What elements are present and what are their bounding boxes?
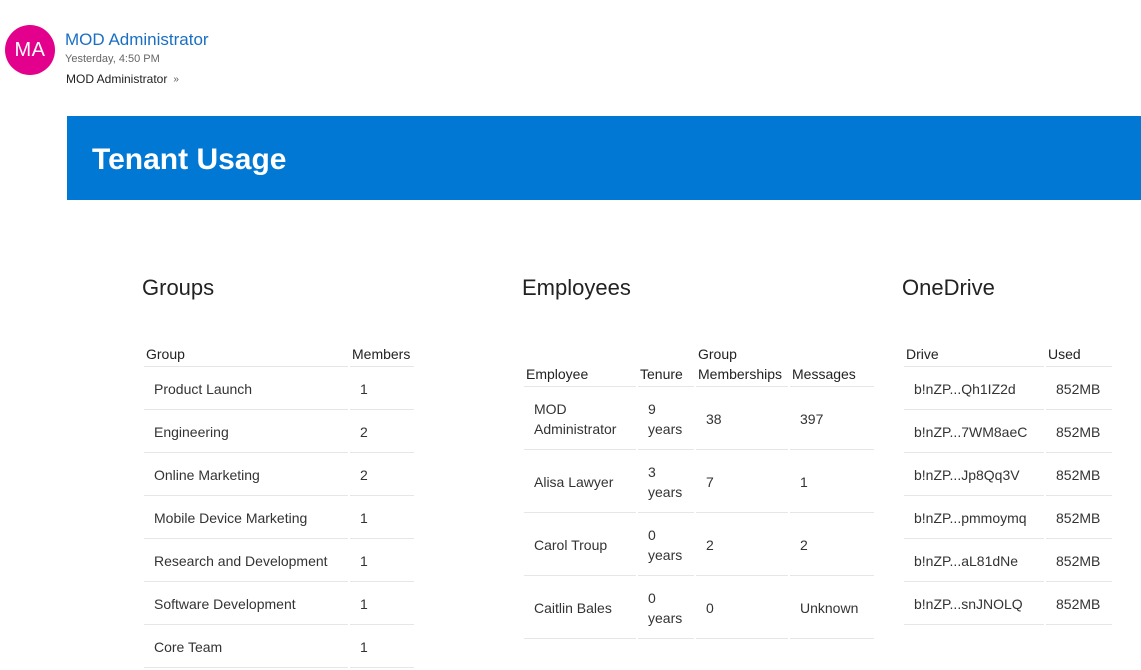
table-row: b!nZP...Jp8Qq3V 852MB (904, 455, 1112, 496)
table-cell: 2 (350, 412, 414, 453)
column-header: Group Memberships (696, 344, 788, 387)
table-row: Online Marketing 2 (144, 455, 414, 496)
table-cell: b!nZP...pmmoymq (904, 498, 1044, 539)
table-cell: Caitlin Bales (524, 578, 636, 639)
table-row: b!nZP...Qh1IZ2d 852MB (904, 369, 1112, 410)
table-cell: 38 (696, 389, 788, 450)
double-chevron-down-icon[interactable]: » (173, 74, 179, 85)
table-cell: Online Marketing (144, 455, 348, 496)
table-cell: 1 (350, 584, 414, 625)
table-cell: 9 years (638, 389, 694, 450)
table-header-row: Employee Tenure Group Memberships Messages (524, 344, 874, 387)
table-cell: Core Team (144, 627, 348, 668)
table-cell: Software Development (144, 584, 348, 625)
table-cell: 852MB (1046, 498, 1112, 539)
onedrive-section-title: OneDrive (902, 275, 995, 300)
table-row: MOD Administrator 9 years 38 397 (524, 389, 874, 450)
column-header: Messages (790, 344, 874, 387)
table-cell: Engineering (144, 412, 348, 453)
table-cell: 1 (350, 541, 414, 582)
table-row: Software Development 1 (144, 584, 414, 625)
recipient-name: MOD Administrator (66, 72, 168, 86)
table-cell: 3 years (638, 452, 694, 513)
column-header: Members (350, 344, 414, 367)
sender-name-link[interactable]: MOD Administrator (65, 30, 209, 50)
table-cell: 2 (696, 515, 788, 576)
avatar[interactable]: MA (5, 25, 55, 75)
table-cell: Research and Development (144, 541, 348, 582)
table-cell: 1 (350, 627, 414, 668)
table-cell: 1 (350, 369, 414, 410)
table-row: b!nZP...pmmoymq 852MB (904, 498, 1112, 539)
table-row: Caitlin Bales 0 years 0 Unknown (524, 578, 874, 639)
table-row: Carol Troup 0 years 2 2 (524, 515, 874, 576)
table-cell: 0 years (638, 515, 694, 576)
table-cell: b!nZP...7WM8aeC (904, 412, 1044, 453)
table-cell: 852MB (1046, 369, 1112, 410)
onedrive-table: Drive Used b!nZP...Qh1IZ2d 852MB b!nZP...7W… (902, 342, 1114, 627)
table-cell: b!nZP...aL81dNe (904, 541, 1044, 582)
table-header-row: Drive Used (904, 344, 1112, 367)
table-cell: Carol Troup (524, 515, 636, 576)
table-cell: 2 (350, 455, 414, 496)
table-cell: b!nZP...snJNOLQ (904, 584, 1044, 625)
table-row: Mobile Device Marketing 1 (144, 498, 414, 539)
table-row: Engineering 2 (144, 412, 414, 453)
table-cell: Product Launch (144, 369, 348, 410)
table-cell: 852MB (1046, 541, 1112, 582)
table-cell: 1 (350, 498, 414, 539)
table-row: b!nZP...7WM8aeC 852MB (904, 412, 1112, 453)
table-row: Product Launch 1 (144, 369, 414, 410)
employees-section-title: Employees (522, 275, 631, 300)
table-cell: 852MB (1046, 455, 1112, 496)
column-header: Drive (904, 344, 1044, 367)
page-title: Tenant Usage (92, 143, 287, 176)
table-cell: 397 (790, 389, 874, 450)
table-cell: MOD Administrator (524, 389, 636, 450)
column-header: Employee (524, 344, 636, 387)
table-cell: 2 (790, 515, 874, 576)
table-cell: 0 (696, 578, 788, 639)
table-row: b!nZP...aL81dNe 852MB (904, 541, 1112, 582)
table-cell: 0 years (638, 578, 694, 639)
table-row: Core Team 1 (144, 627, 414, 668)
column-header: Group (144, 344, 348, 367)
column-header: Tenure (638, 344, 694, 387)
recipient-line[interactable]: MOD Administrator » (66, 72, 179, 86)
table-row: Alisa Lawyer 3 years 7 1 (524, 452, 874, 513)
table-cell: 852MB (1046, 584, 1112, 625)
table-cell: b!nZP...Jp8Qq3V (904, 455, 1044, 496)
table-cell: b!nZP...Qh1IZ2d (904, 369, 1044, 410)
table-header-row: Group Members (144, 344, 414, 367)
groups-section-title: Groups (142, 275, 215, 300)
table-cell: 7 (696, 452, 788, 513)
groups-table: Group Members Product Launch 1 Engineering 2… (142, 342, 416, 670)
table-cell: 852MB (1046, 412, 1112, 453)
table-cell: Unknown (790, 578, 874, 639)
table-cell: 1 (790, 452, 874, 513)
table-row: b!nZP...snJNOLQ 852MB (904, 584, 1112, 625)
tenant-usage-banner: Tenant Usage (67, 116, 1141, 200)
column-header: Used (1046, 344, 1112, 367)
employees-table: Employee Tenure Group Memberships Messages … (522, 342, 876, 641)
table-cell: Mobile Device Marketing (144, 498, 348, 539)
table-cell: Alisa Lawyer (524, 452, 636, 513)
table-row: Research and Development 1 (144, 541, 414, 582)
message-timestamp: Yesterday, 4:50 PM (65, 53, 160, 65)
